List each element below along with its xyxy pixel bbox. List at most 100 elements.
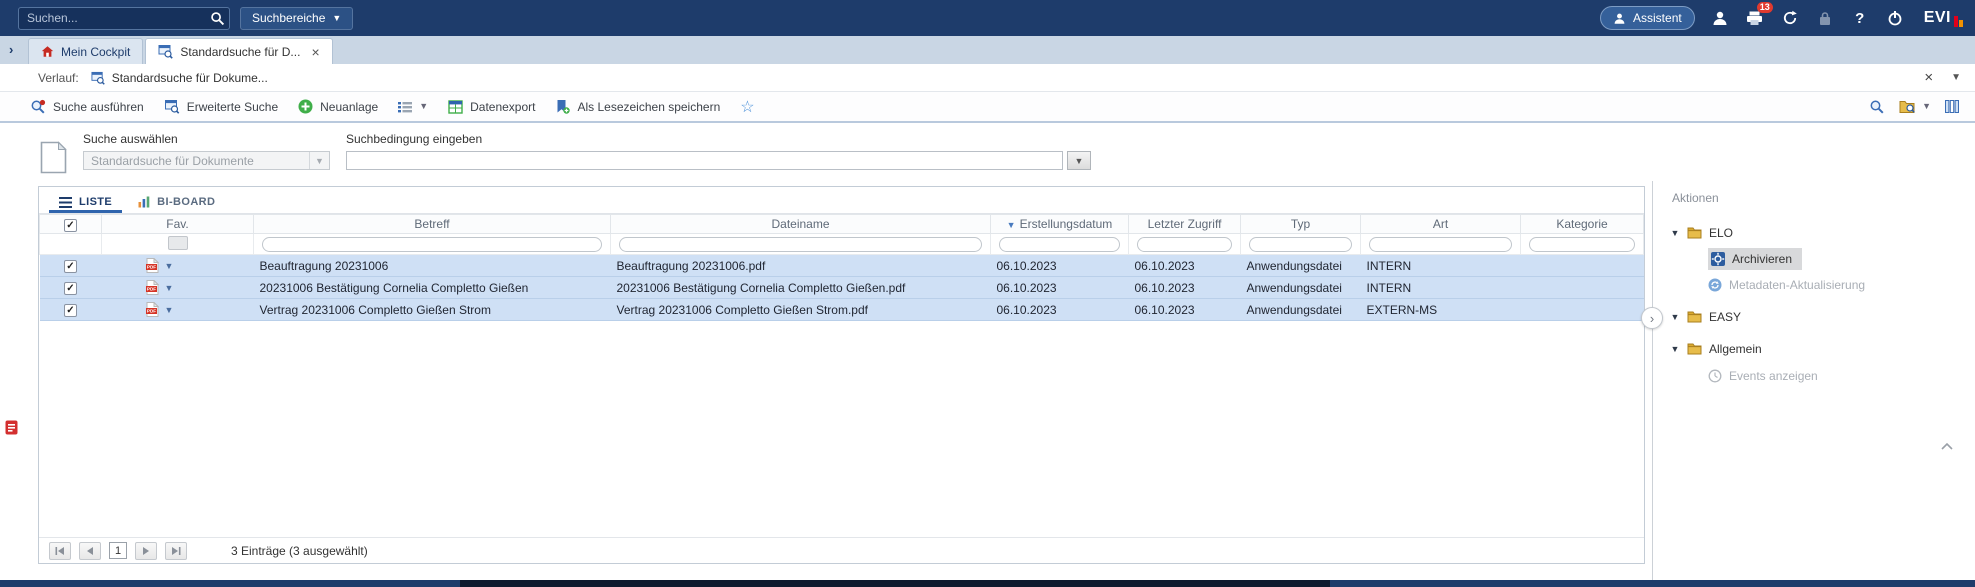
column-header-kategorie[interactable]: Kategorie [1521, 215, 1644, 234]
collapse-panel-button[interactable]: › [1641, 307, 1663, 329]
action-label: Events anzeigen [1729, 369, 1818, 383]
filter-erstellungsdatum-input[interactable] [999, 237, 1120, 252]
action-group-allgemein[interactable]: ▼ Allgemein [1670, 337, 1975, 361]
table-row[interactable]: ✓ PDF ▼ Beauftragung 20231006 Beauftragu… [40, 255, 1644, 277]
row-checkbox[interactable]: ✓ [64, 282, 77, 295]
assistant-button[interactable]: Assistent [1600, 6, 1695, 30]
save-bookmark-button[interactable]: Als Lesezeichen speichern [555, 99, 720, 114]
clock-icon [1708, 369, 1722, 383]
view-options-button[interactable]: ▼ [398, 101, 428, 113]
close-icon[interactable]: × [1924, 69, 1933, 86]
tab-bi-board[interactable]: BI-BOARD [128, 196, 225, 213]
pdf-icon[interactable]: PDF [146, 280, 159, 295]
tab-standardsuche[interactable]: Standardsuche für D... × [145, 38, 332, 64]
column-header-fav[interactable]: Fav. [102, 215, 254, 234]
search-scopes-button[interactable]: Suchbereiche ▼ [240, 7, 353, 30]
pdf-icon[interactable]: PDF [146, 258, 159, 273]
printer-icon[interactable]: 13 [1745, 8, 1765, 28]
row-checkbox[interactable]: ✓ [64, 304, 77, 317]
filter-kategorie-input[interactable] [1529, 237, 1635, 252]
data-export-button[interactable]: Datenexport [448, 100, 535, 114]
cell-letzter-zugriff: 06.10.2023 [1129, 299, 1241, 321]
history-label: Verlauf: [38, 71, 79, 85]
data-export-label: Datenexport [470, 100, 535, 114]
select-all-checkbox[interactable]: ✓ [64, 219, 77, 232]
panel-divider [1652, 181, 1653, 580]
action-label: Archivieren [1732, 252, 1792, 266]
action-archivieren[interactable]: Archivieren [1708, 248, 1802, 270]
user-icon[interactable] [1710, 8, 1730, 28]
row-checkbox[interactable]: ✓ [64, 260, 77, 273]
condition-dropdown-button[interactable]: ▼ [1067, 151, 1091, 170]
list-view-icon [398, 101, 412, 113]
search-icon[interactable] [210, 11, 225, 26]
refresh-icon[interactable] [1780, 8, 1800, 28]
collapse-tree-icon[interactable]: ▼ [1670, 228, 1680, 238]
notification-icon[interactable] [5, 420, 18, 435]
next-page-button[interactable] [135, 542, 157, 560]
action-events-anzeigen: Events anzeigen [1708, 364, 1975, 388]
filter-letzter-zugriff-input[interactable] [1137, 237, 1232, 252]
folder-icon [1687, 343, 1702, 355]
tab-liste[interactable]: LISTE [49, 196, 122, 213]
column-header-label: Erstellungsdatum [1020, 217, 1113, 231]
cell-art: INTERN [1361, 255, 1521, 277]
filter-betreff-input[interactable] [262, 237, 602, 252]
first-page-button[interactable] [49, 542, 71, 560]
favorite-star-icon[interactable]: ☆ [740, 97, 754, 117]
new-entry-button[interactable]: Neuanlage [298, 99, 378, 114]
svg-text:PDF: PDF [146, 309, 155, 314]
chevron-down-icon[interactable]: ▼ [1951, 72, 1961, 83]
action-group-easy[interactable]: ▼ EASY [1670, 305, 1975, 329]
pdf-icon[interactable]: PDF [146, 302, 159, 317]
columns-settings-icon[interactable] [1945, 100, 1959, 113]
cell-dateiname: 20231006 Bestätigung Cornelia Completto … [611, 277, 991, 299]
chevron-down-icon[interactable]: ▼ [165, 305, 174, 315]
last-page-button[interactable] [165, 542, 187, 560]
power-icon[interactable] [1885, 8, 1905, 28]
advanced-search-button[interactable]: Erweiterte Suche [164, 99, 278, 114]
prev-page-button[interactable] [79, 542, 101, 560]
toolbar-right: ▼ [1869, 99, 1959, 115]
column-header-art[interactable]: Art [1361, 215, 1521, 234]
current-page-input[interactable]: 1 [109, 542, 127, 559]
history-item[interactable]: Standardsuche für Dokume... [91, 71, 268, 85]
document-search-icon [91, 71, 105, 85]
table-row[interactable]: ✓ PDF ▼ Vertrag 20231006 Completto Gieße… [40, 299, 1644, 321]
evi-logo: EVI [1924, 9, 1963, 27]
column-header-erstellungsdatum[interactable]: ▼Erstellungsdatum [991, 215, 1129, 234]
action-group-elo[interactable]: ▼ ELO [1670, 221, 1975, 245]
search-settings-icon[interactable] [1869, 99, 1885, 115]
global-search-input[interactable] [18, 7, 230, 30]
svg-text:PDF: PDF [146, 265, 155, 270]
fav-filter-button[interactable] [168, 236, 188, 250]
search-select-value: Standardsuche für Dokumente [91, 154, 254, 168]
search-select[interactable]: Standardsuche für Dokumente ▼ [83, 151, 330, 170]
column-header-betreff[interactable]: Betreff [254, 215, 611, 234]
help-icon[interactable]: ? [1850, 8, 1870, 28]
list-icon [59, 197, 72, 208]
column-header-letzter-zugriff[interactable]: Letzter Zugriff [1129, 215, 1241, 234]
expand-sidebar-icon[interactable]: › [9, 42, 13, 57]
folder-search-button[interactable]: ▼ [1899, 100, 1931, 113]
cell-betreff: Beauftragung 20231006 [254, 255, 611, 277]
collapse-tree-icon[interactable]: ▼ [1670, 312, 1680, 322]
filter-typ-input[interactable] [1249, 237, 1352, 252]
actions-title: Aktionen [1672, 191, 1975, 205]
filter-dateiname-input[interactable] [619, 237, 982, 252]
filter-art-input[interactable] [1369, 237, 1512, 252]
svg-text:PDF: PDF [146, 287, 155, 292]
collapse-tree-icon[interactable]: ▼ [1670, 344, 1680, 354]
search-condition-field: Suchbedingung eingeben ▼ [346, 132, 1091, 181]
close-tab-icon[interactable]: × [311, 45, 319, 59]
table-row[interactable]: ✓ PDF ▼ 20231006 Bestätigung Cornelia Co… [40, 277, 1644, 299]
scroll-up-icon[interactable] [1941, 443, 1953, 450]
chevron-down-icon[interactable]: ▼ [165, 283, 174, 293]
search-condition-input[interactable] [346, 151, 1063, 170]
run-search-button[interactable]: Suche ausführen [30, 99, 144, 115]
tab-mein-cockpit[interactable]: Mein Cockpit [28, 38, 143, 64]
chevron-down-icon[interactable]: ▼ [165, 261, 174, 271]
column-header-typ[interactable]: Typ [1241, 215, 1361, 234]
search-condition-label: Suchbedingung eingeben [346, 132, 1091, 146]
column-header-dateiname[interactable]: Dateiname [611, 215, 991, 234]
